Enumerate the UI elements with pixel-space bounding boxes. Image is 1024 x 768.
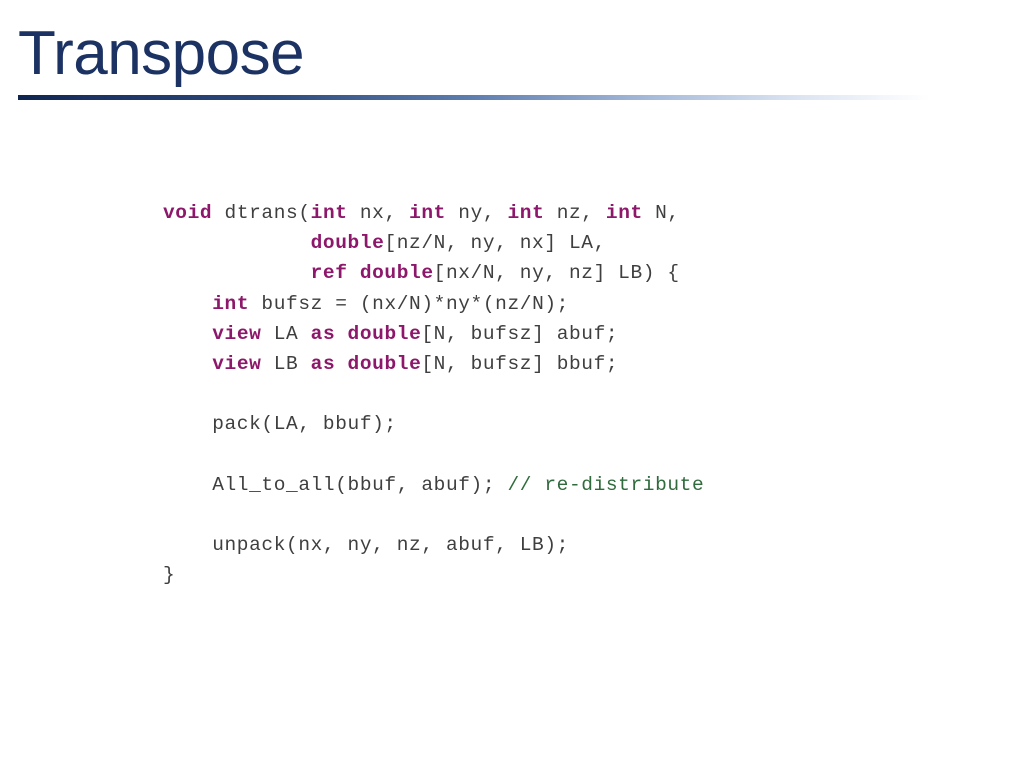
code-token-plain: bufsz = (nx/N)*ny*(nz/N); — [249, 292, 569, 315]
slide: Transpose void dtrans(int nx, int ny, in… — [0, 0, 1024, 768]
code-token-kw: int — [507, 202, 545, 224]
code-token-kw: view — [212, 353, 262, 376]
code-line: All_to_all(bbuf, abuf); // re-distribute — [163, 470, 704, 500]
code-token-kw: ref double — [310, 262, 434, 285]
code-token-plain: } — [163, 564, 176, 587]
code-line: ref double[nx/N, ny, nz] LB) { — [163, 258, 704, 288]
code-token-kw: int — [605, 202, 643, 224]
code-token-plain: ny, — [445, 202, 508, 224]
code-token-comment: // re-distribute — [507, 473, 705, 496]
code-token-plain: [N, bufsz] abuf; — [421, 322, 619, 345]
code-token-kw: int — [310, 202, 348, 224]
code-token-plain: dtrans( — [212, 202, 311, 224]
code-token-kw: void — [163, 202, 213, 224]
code-token-plain: nz, — [544, 202, 606, 224]
code-line: void dtrans(int nx, int ny, int nz, int … — [163, 198, 704, 228]
code-token-plain: N, — [642, 202, 680, 224]
code-line: } — [163, 560, 704, 590]
code-line: view LB as double[N, bufsz] bbuf; — [163, 349, 704, 379]
code-line: unpack(nx, ny, nz, abuf, LB); — [163, 530, 704, 560]
code-token-plain: [nx/N, ny, nz] LB) { — [433, 262, 680, 285]
code-token-kw: as double — [310, 353, 422, 376]
code-token-plain: LA — [261, 322, 311, 345]
code-token-kw: int — [212, 292, 250, 315]
code-line: pack(LA, bbuf); — [163, 409, 704, 439]
code-token-kw: as double — [310, 322, 422, 345]
code-block: void dtrans(int nx, int ny, int nz, int … — [163, 198, 704, 591]
code-token-plain: [nz/N, ny, nx] LA, — [384, 232, 606, 255]
code-token-kw: int — [409, 202, 446, 224]
code-token-kw: double — [310, 232, 385, 255]
page-title: Transpose — [18, 19, 305, 88]
code-token-plain: nx, — [347, 202, 410, 224]
code-token-plain: unpack(nx, ny, nz, abuf, LB); — [163, 534, 569, 557]
code-token-plain: pack(LA, bbuf); — [163, 413, 397, 436]
code-token-plain: LB — [261, 353, 311, 376]
code-line: double[nz/N, ny, nx] LA, — [163, 228, 704, 258]
code-line: view LA as double[N, bufsz] abuf; — [163, 319, 704, 349]
code-token-plain: [N, bufsz] bbuf; — [421, 353, 619, 376]
code-line: int bufsz = (nx/N)*ny*(nz/N); — [163, 289, 704, 319]
title-underline-rule — [18, 95, 930, 100]
code-token-plain: All_to_all(bbuf, abuf); — [163, 473, 508, 496]
code-token-kw: view — [212, 322, 262, 345]
